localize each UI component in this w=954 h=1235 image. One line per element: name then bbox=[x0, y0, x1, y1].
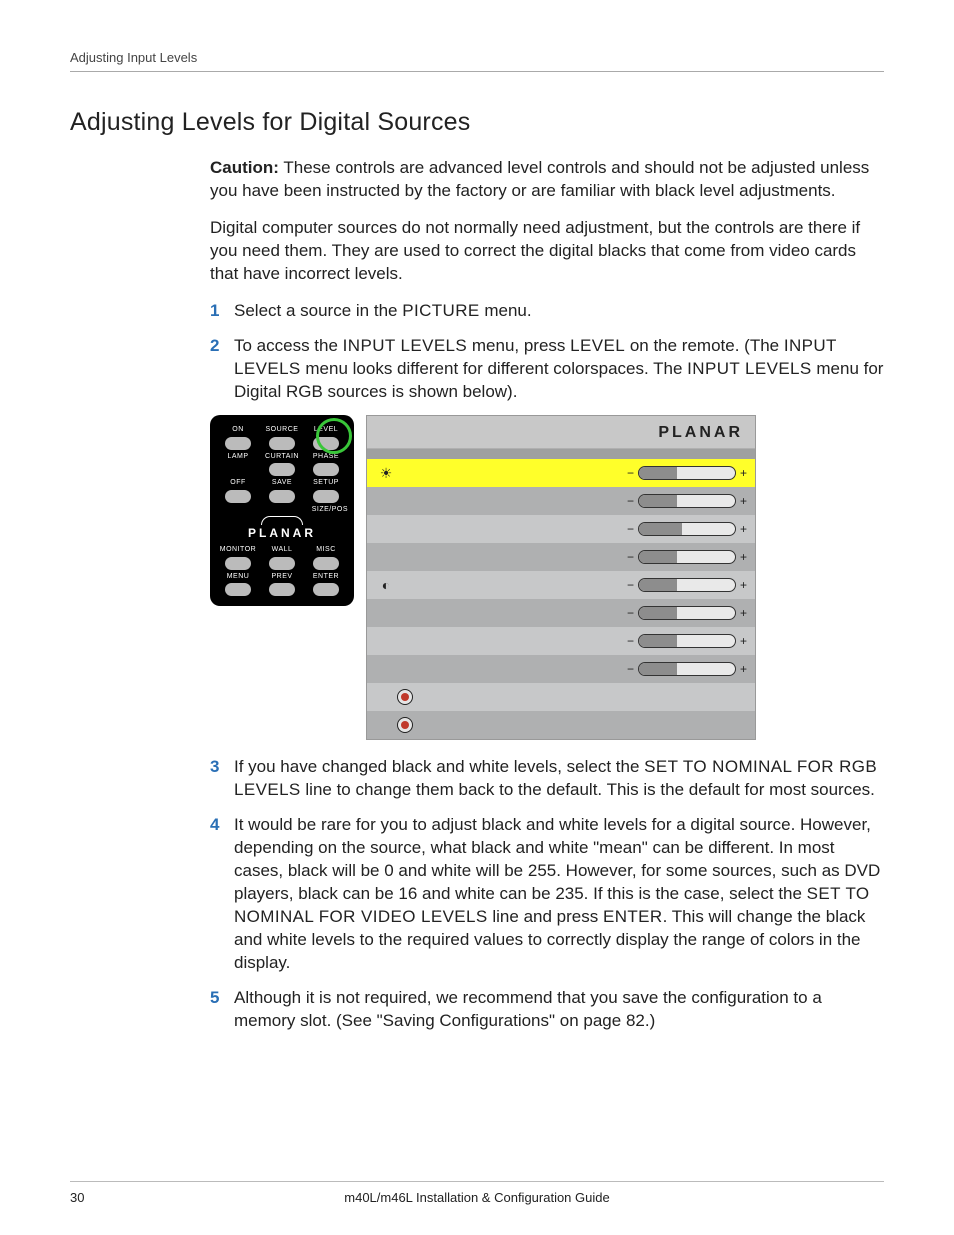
remote-label-lamp: LAMP bbox=[227, 452, 248, 461]
remote-button-off[interactable] bbox=[225, 490, 251, 503]
remote-button-enter[interactable] bbox=[313, 583, 339, 596]
osd-row[interactable]: − + bbox=[367, 627, 755, 655]
osd-brand: PLANAR bbox=[658, 422, 743, 444]
step-4: 4 It would be rare for you to adjust bla… bbox=[210, 814, 884, 975]
remote-button-curtain[interactable] bbox=[269, 463, 295, 476]
remote-label-level: LEVEL bbox=[314, 425, 338, 434]
osd-row[interactable]: − + bbox=[367, 599, 755, 627]
remote-label-misc: MISC bbox=[316, 545, 336, 554]
osd-substrip bbox=[367, 448, 755, 459]
page-footer: 30 m40L/m46L Installation & Configuratio… bbox=[70, 1181, 884, 1205]
step-2: 2 To access the INPUT LEVELS menu, press… bbox=[210, 335, 884, 404]
osd-row[interactable]: − + bbox=[367, 487, 755, 515]
page-number: 30 bbox=[70, 1190, 210, 1205]
caution-text: These controls are advanced level contro… bbox=[210, 158, 869, 200]
step-3: 3 If you have changed black and white le… bbox=[210, 756, 884, 802]
step-text: Although it is not required, we recommen… bbox=[234, 987, 884, 1033]
remote-label-curtain: CURTAIN bbox=[265, 452, 299, 461]
remote-label-on: ON bbox=[232, 425, 244, 434]
remote-label-off: OFF bbox=[230, 478, 246, 487]
remote-button-on[interactable] bbox=[225, 437, 251, 450]
osd-slider[interactable]: − + bbox=[627, 577, 747, 593]
remote-label-enter: ENTER bbox=[313, 572, 339, 581]
osd-slider[interactable]: − + bbox=[627, 493, 747, 509]
osd-row-brightness[interactable]: ☀ − + bbox=[367, 459, 755, 487]
remote-label-prev: PREV bbox=[271, 572, 292, 581]
step-number: 3 bbox=[210, 756, 234, 802]
remote-label-source: SOURCE bbox=[266, 425, 299, 434]
step-5: 5 Although it is not required, we recomm… bbox=[210, 987, 884, 1033]
section-heading: Adjusting Levels for Digital Sources bbox=[70, 108, 884, 137]
remote-button-source[interactable] bbox=[269, 437, 295, 450]
step-number: 4 bbox=[210, 814, 234, 975]
remote-button-prev[interactable] bbox=[269, 583, 295, 596]
remote-button-menu[interactable] bbox=[225, 583, 251, 596]
osd-header: PLANAR bbox=[367, 416, 755, 448]
running-header: Adjusting Input Levels bbox=[70, 50, 884, 65]
radio-icon[interactable] bbox=[397, 717, 413, 733]
step-number: 5 bbox=[210, 987, 234, 1033]
osd-slider[interactable]: − + bbox=[627, 521, 747, 537]
osd-slider[interactable]: − + bbox=[627, 605, 747, 621]
remote-button-misc[interactable] bbox=[313, 557, 339, 570]
osd-slider[interactable]: − + bbox=[627, 549, 747, 565]
header-rule bbox=[70, 71, 884, 72]
remote-label-monitor: MONITOR bbox=[220, 545, 256, 554]
figure-remote-and-osd: ON SOURCE LEVEL LAMP CURTAIN PHASE OFF S… bbox=[210, 415, 884, 740]
caution-paragraph: Caution: These controls are advanced lev… bbox=[210, 157, 884, 203]
osd-row-nominal-rgb[interactable] bbox=[367, 683, 755, 711]
remote-button-level[interactable] bbox=[313, 437, 339, 450]
step-number: 2 bbox=[210, 335, 234, 404]
radio-icon[interactable] bbox=[397, 689, 413, 705]
remote-label-setup: SETUP bbox=[313, 478, 339, 487]
osd-slider[interactable]: − + bbox=[627, 633, 747, 649]
contrast-icon: ◐ bbox=[375, 574, 397, 596]
osd-menu: PLANAR ☀ − + − + − + bbox=[366, 415, 756, 740]
remote-label-save: SAVE bbox=[272, 478, 292, 487]
osd-row[interactable]: − + bbox=[367, 543, 755, 571]
remote-button-wall[interactable] bbox=[269, 557, 295, 570]
remote-label-menu: MENU bbox=[227, 572, 250, 581]
osd-row[interactable]: − + bbox=[367, 655, 755, 683]
intro-paragraph: Digital computer sources do not normally… bbox=[210, 217, 884, 286]
brightness-icon: ☀ bbox=[375, 462, 397, 484]
remote-brand: PLANAR bbox=[216, 521, 348, 543]
remote-label-phase: PHASE bbox=[313, 452, 339, 461]
remote-button-save[interactable] bbox=[269, 490, 295, 503]
osd-row-nominal-video[interactable] bbox=[367, 711, 755, 739]
remote-label-wall: WALL bbox=[272, 545, 293, 554]
remote-button-setup[interactable] bbox=[313, 490, 339, 503]
osd-row-contrast[interactable]: ◐ − + bbox=[367, 571, 755, 599]
step-text: To access the INPUT LEVELS menu, press L… bbox=[234, 335, 884, 404]
step-text: If you have changed black and white leve… bbox=[234, 756, 884, 802]
step-1: 1 Select a source in the PICTURE menu. bbox=[210, 300, 884, 323]
step-text: It would be rare for you to adjust black… bbox=[234, 814, 884, 975]
osd-slider[interactable]: − + bbox=[627, 465, 747, 481]
step-number: 1 bbox=[210, 300, 234, 323]
remote-button-monitor[interactable] bbox=[225, 557, 251, 570]
step-text: Select a source in the PICTURE menu. bbox=[234, 300, 884, 323]
remote-control: ON SOURCE LEVEL LAMP CURTAIN PHASE OFF S… bbox=[210, 415, 354, 606]
remote-button-phase[interactable] bbox=[313, 463, 339, 476]
osd-row[interactable]: − + bbox=[367, 515, 755, 543]
osd-slider[interactable]: − + bbox=[627, 661, 747, 677]
doc-title: m40L/m46L Installation & Configuration G… bbox=[210, 1190, 744, 1205]
caution-label: Caution: bbox=[210, 158, 279, 177]
remote-label-sizepos: SIZE/POS bbox=[312, 505, 348, 514]
